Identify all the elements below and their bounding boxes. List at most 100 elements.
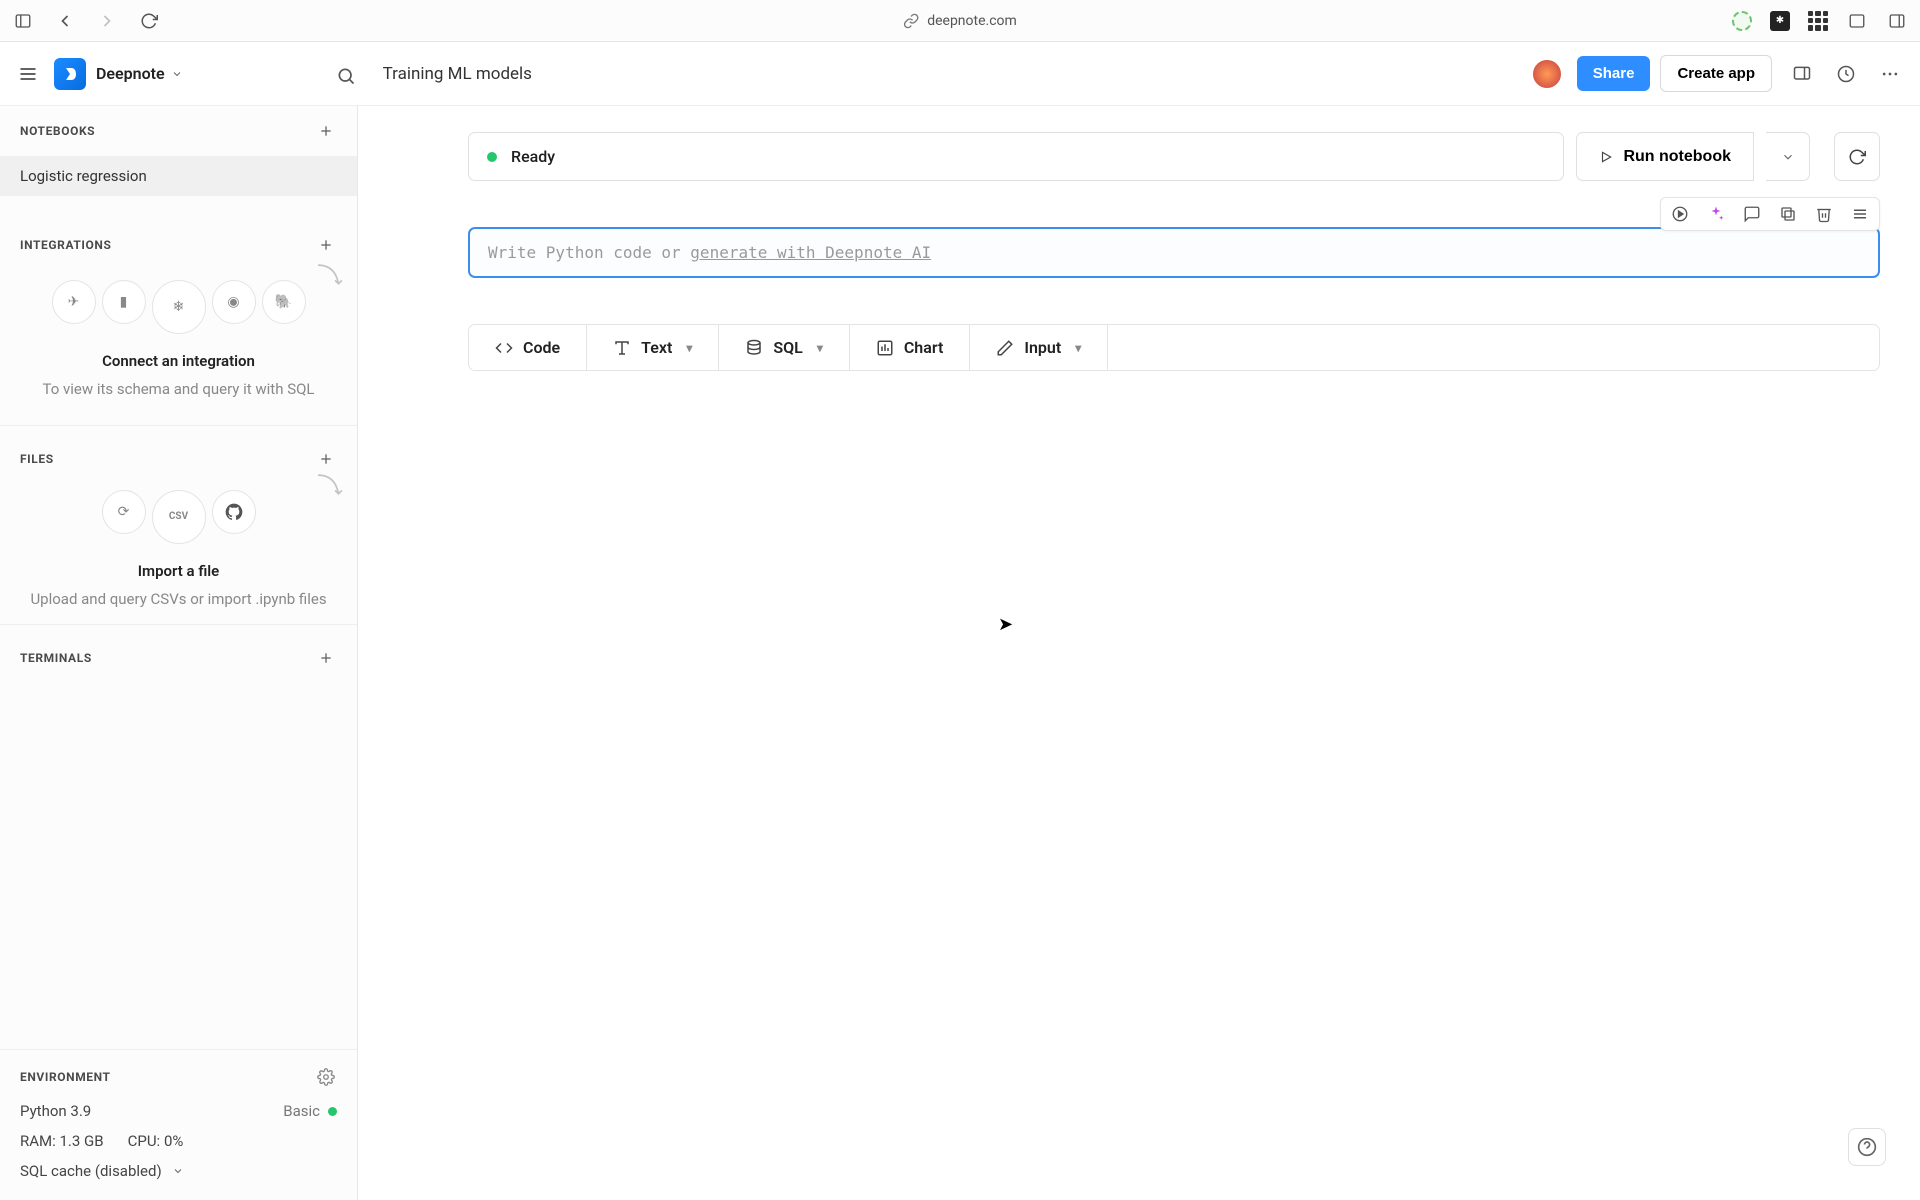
- files-header: FILES: [20, 452, 54, 466]
- integrations-header: INTEGRATIONS: [20, 238, 111, 252]
- environment-panel: ENVIRONMENT Python 3.9 Basic RAM: 1.3 GB…: [0, 1049, 357, 1200]
- pencil-icon: [996, 339, 1014, 357]
- extension-icon-1[interactable]: [1732, 11, 1752, 31]
- integration-bubble-icon[interactable]: ❄: [152, 280, 206, 334]
- app-top-bar: Deepnote Training ML models Share Create…: [0, 42, 1920, 106]
- connect-integration-title: Connect an integration: [20, 352, 337, 370]
- cell-more-icon[interactable]: [1849, 203, 1871, 225]
- status-dot-icon: [328, 1107, 337, 1116]
- forward-icon[interactable]: [96, 10, 118, 32]
- add-notebook-button[interactable]: [315, 120, 337, 142]
- play-icon: [1599, 150, 1613, 164]
- integration-bubble-icon[interactable]: ▮: [102, 280, 146, 324]
- sql-cache-label: SQL cache (disabled): [20, 1162, 162, 1180]
- csv-file-icon[interactable]: CSV: [152, 490, 206, 544]
- block-label: Text: [641, 338, 672, 357]
- integration-bubble-icon[interactable]: ◉: [212, 280, 256, 324]
- cpu-label: CPU:: [128, 1132, 161, 1150]
- ram-value: 1.3 GB: [60, 1132, 104, 1150]
- duplicate-icon[interactable]: [1777, 203, 1799, 225]
- search-icon[interactable]: [332, 62, 360, 90]
- extension-icon-2[interactable]: ✱: [1770, 11, 1790, 31]
- code-cell-input[interactable]: Write Python code or generate with Deepn…: [468, 227, 1880, 278]
- machine-tier[interactable]: Basic: [283, 1102, 320, 1120]
- code-icon: [495, 339, 513, 357]
- help-button[interactable]: [1848, 1128, 1886, 1166]
- extension-grid-icon[interactable]: [1808, 11, 1828, 31]
- sidebar: NOTEBOOKS Logistic regression INTEGRATIO…: [0, 106, 358, 1200]
- notebook-item[interactable]: Logistic regression: [0, 156, 357, 196]
- workspace-name: Deepnote: [96, 64, 165, 83]
- ai-sparkle-icon[interactable]: [1705, 203, 1727, 225]
- comment-panel-icon[interactable]: [1788, 60, 1816, 88]
- kernel-status[interactable]: Ready: [468, 132, 1564, 181]
- add-terminal-button[interactable]: [315, 647, 337, 669]
- github-icon[interactable]: [212, 490, 256, 534]
- link-icon: [903, 13, 919, 29]
- share-button[interactable]: Share: [1577, 56, 1651, 91]
- project-title[interactable]: Training ML models: [383, 64, 532, 84]
- generate-ai-link[interactable]: generate with Deepnote AI: [690, 243, 931, 262]
- reload-icon[interactable]: [138, 10, 160, 32]
- panel-icon-2[interactable]: [1886, 10, 1908, 32]
- ram-label: RAM:: [20, 1132, 56, 1150]
- add-code-block[interactable]: Code: [469, 325, 587, 370]
- notebook-main: Ready Run notebook Write Python code or …: [358, 106, 1920, 1200]
- add-block-bar: Code Text▾ SQL▾ Chart Input▾: [468, 324, 1880, 371]
- restart-kernel-button[interactable]: [1834, 132, 1880, 181]
- add-text-block[interactable]: Text▾: [587, 325, 719, 370]
- run-notebook-button[interactable]: Run notebook: [1576, 132, 1754, 181]
- history-icon[interactable]: [1832, 60, 1860, 88]
- run-options-dropdown[interactable]: [1766, 132, 1810, 181]
- integration-bubble-icon[interactable]: 🐘: [262, 280, 306, 324]
- arrow-icon: [313, 260, 347, 294]
- terminals-header: TERMINALS: [20, 651, 92, 665]
- workspace-dropdown[interactable]: Deepnote: [96, 64, 183, 83]
- user-avatar[interactable]: [1531, 58, 1563, 90]
- arrow-icon: [313, 470, 347, 504]
- cell-toolbar: [1660, 197, 1880, 231]
- run-notebook-label: Run notebook: [1623, 148, 1731, 166]
- add-file-button[interactable]: [315, 448, 337, 470]
- text-icon: [613, 339, 631, 357]
- integration-icons: ✈ ▮ ❄ ◉ 🐘: [20, 280, 337, 334]
- cpu-value: 0%: [164, 1132, 183, 1150]
- block-label: Chart: [904, 338, 944, 357]
- block-label: Input: [1024, 338, 1061, 357]
- add-chart-block[interactable]: Chart: [850, 325, 971, 370]
- run-cell-icon[interactable]: [1669, 203, 1691, 225]
- chart-icon: [876, 339, 894, 357]
- chevron-down-icon: [172, 1165, 184, 1177]
- comment-icon[interactable]: [1741, 203, 1763, 225]
- menu-icon[interactable]: [16, 62, 40, 86]
- file-icons: ⟳ CSV: [20, 490, 337, 544]
- file-bubble-icon[interactable]: ⟳: [102, 490, 146, 534]
- mouse-cursor: ➤: [998, 614, 1013, 635]
- environment-header: ENVIRONMENT: [20, 1070, 111, 1084]
- import-file-sub: Upload and query CSVs or import .ipynb f…: [20, 588, 337, 611]
- add-input-block[interactable]: Input▾: [970, 325, 1108, 370]
- chevron-down-icon: [171, 68, 183, 80]
- url-text: deepnote.com: [927, 13, 1017, 29]
- python-version[interactable]: Python 3.9: [20, 1102, 91, 1120]
- sidebar-toggle-icon[interactable]: [12, 10, 34, 32]
- block-label: SQL: [773, 338, 802, 357]
- address-bar[interactable]: deepnote.com: [903, 13, 1017, 29]
- integration-bubble-icon[interactable]: ✈: [52, 280, 96, 324]
- cell-placeholder-text: Write Python code or: [488, 243, 690, 262]
- panel-icon-1[interactable]: [1846, 10, 1868, 32]
- import-file-title: Import a file: [20, 562, 337, 580]
- add-integration-button[interactable]: [315, 234, 337, 256]
- environment-settings-icon[interactable]: [315, 1066, 337, 1088]
- back-icon[interactable]: [54, 10, 76, 32]
- create-app-button[interactable]: Create app: [1660, 55, 1772, 92]
- more-icon[interactable]: [1876, 60, 1904, 88]
- add-sql-block[interactable]: SQL▾: [719, 325, 849, 370]
- notebooks-header: NOTEBOOKS: [20, 124, 95, 138]
- status-dot-icon: [487, 152, 497, 162]
- kernel-status-text: Ready: [511, 147, 555, 166]
- block-label: Code: [523, 338, 560, 357]
- delete-cell-icon[interactable]: [1813, 203, 1835, 225]
- deepnote-logo[interactable]: [54, 58, 86, 90]
- sql-cache-dropdown[interactable]: SQL cache (disabled): [20, 1162, 337, 1180]
